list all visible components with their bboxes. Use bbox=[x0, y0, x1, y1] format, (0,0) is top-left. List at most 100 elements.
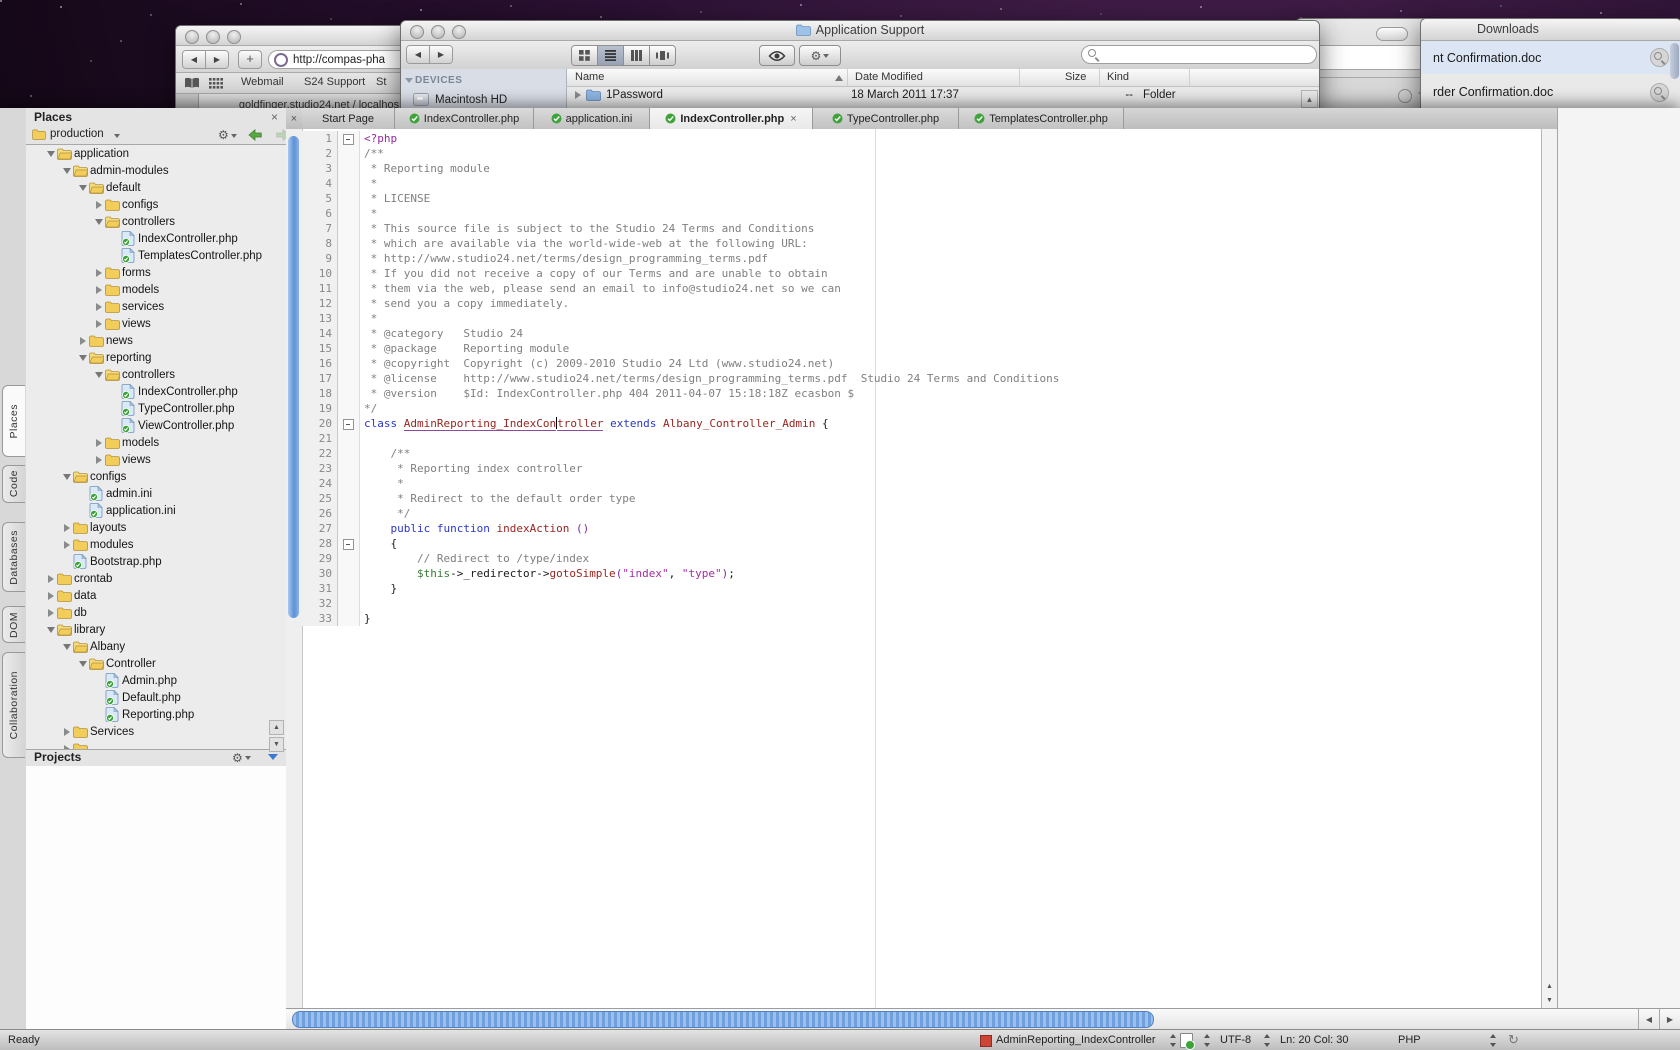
tree-item-services[interactable]: services bbox=[26, 298, 286, 315]
downloads-scrollbar[interactable] bbox=[1670, 43, 1679, 79]
tree-item-news[interactable]: news bbox=[26, 332, 286, 349]
code-line-13[interactable]: 13 * bbox=[302, 311, 1541, 326]
code-line-14[interactable]: 14 * @category Studio 24 bbox=[302, 326, 1541, 341]
status-encoding[interactable]: UTF-8 bbox=[1220, 1034, 1251, 1046]
tree-item-application.ini[interactable]: application.ini bbox=[26, 502, 286, 519]
column-header-kind[interactable]: Kind bbox=[1107, 71, 1129, 83]
finder-titlebar[interactable]: Application Support bbox=[401, 21, 1319, 41]
status-class-name[interactable]: AdminReporting_IndexController bbox=[996, 1034, 1156, 1046]
tree-item-models[interactable]: models bbox=[26, 434, 286, 451]
close-icon[interactable]: × bbox=[286, 108, 302, 129]
code-line-5[interactable]: 5 * LICENSE bbox=[302, 191, 1541, 206]
code-line-28[interactable]: 28 { bbox=[302, 536, 1541, 551]
collapse-icon[interactable] bbox=[44, 627, 57, 633]
side-tab-places[interactable]: Places bbox=[2, 385, 25, 457]
code-line-2[interactable]: 2/** bbox=[302, 146, 1541, 161]
back-icon[interactable]: ◀ bbox=[183, 51, 205, 68]
side-tab-dom[interactable]: DOM bbox=[2, 606, 25, 643]
downloads-window[interactable]: Downloads nt Confirmation.doc rder Confi… bbox=[1420, 18, 1680, 112]
editor-left-scrollbar[interactable] bbox=[286, 129, 303, 1008]
editor-tab-indexcontroller-php[interactable]: IndexController.php× bbox=[650, 108, 813, 129]
tree-item-IndexController.php[interactable]: IndexController.php bbox=[26, 383, 286, 400]
tree-item-controllers[interactable]: controllers bbox=[26, 366, 286, 383]
code-line-10[interactable]: 10 * If you did not receive a copy of ou… bbox=[302, 266, 1541, 281]
code-line-31[interactable]: 31 } bbox=[302, 581, 1541, 596]
editor-tab-typecontroller-php[interactable]: TypeController.php bbox=[813, 108, 959, 129]
collapse-icon[interactable] bbox=[76, 355, 89, 361]
forward-icon[interactable]: ▶ bbox=[429, 46, 452, 63]
fold-collapse-icon[interactable] bbox=[343, 134, 354, 145]
code-line-7[interactable]: 7 * This source file is subject to the S… bbox=[302, 221, 1541, 236]
collapse-icon[interactable] bbox=[60, 474, 73, 480]
coverflow-view-icon[interactable] bbox=[649, 46, 675, 65]
scroll-up-icon[interactable]: ▲ bbox=[1543, 980, 1556, 992]
stepper-icon[interactable] bbox=[1168, 1034, 1177, 1047]
places-gear-button[interactable]: ⚙ bbox=[218, 128, 237, 142]
expand-icon[interactable] bbox=[60, 541, 73, 549]
code-line-32[interactable]: 32 bbox=[302, 596, 1541, 611]
editor-tab-application-ini[interactable]: application.ini bbox=[534, 108, 650, 129]
tree-item-configs[interactable]: configs bbox=[26, 468, 286, 485]
expand-icon[interactable] bbox=[92, 439, 105, 447]
devices-disclosure-icon[interactable] bbox=[405, 78, 413, 83]
reveal-magnifier-icon[interactable] bbox=[1650, 48, 1669, 67]
finder-search-field[interactable] bbox=[1081, 45, 1317, 64]
code-line-1[interactable]: 1<?php bbox=[302, 131, 1541, 146]
projects-expand-icon[interactable] bbox=[268, 754, 278, 760]
code-line-27[interactable]: 27 public function indexAction () bbox=[302, 521, 1541, 536]
column-divider[interactable] bbox=[1189, 69, 1190, 86]
tree-item-ViewController.php[interactable]: ViewController.php bbox=[26, 417, 286, 434]
code-line-4[interactable]: 4 * bbox=[302, 176, 1541, 191]
tree-item-Bootstrap.php[interactable]: Bootstrap.php bbox=[26, 553, 286, 570]
expand-icon[interactable] bbox=[76, 337, 89, 345]
finder-window[interactable]: Application Support ◀▶ ⚙ bbox=[400, 20, 1320, 110]
code-line-6[interactable]: 6 * bbox=[302, 206, 1541, 221]
stepper-icon[interactable] bbox=[1488, 1034, 1497, 1047]
new-tab-button[interactable]: + bbox=[238, 50, 262, 69]
expand-icon[interactable] bbox=[92, 286, 105, 294]
tree-item-Albany[interactable]: Albany bbox=[26, 638, 286, 655]
projects-gear-button[interactable]: ⚙ bbox=[232, 749, 251, 767]
code-content[interactable]: 1<?php2/**3 * Reporting module4 *5 * LIC… bbox=[302, 131, 1541, 626]
tree-item-views[interactable]: views bbox=[26, 315, 286, 332]
finder-row-1password[interactable]: 1Password 18 March 2011 17:37 -- Folder bbox=[567, 86, 1319, 104]
back-arrow-icon[interactable] bbox=[248, 129, 262, 141]
column-header-name[interactable]: Name bbox=[575, 71, 604, 83]
code-line-3[interactable]: 3 * Reporting module bbox=[302, 161, 1541, 176]
column-view-icon[interactable] bbox=[623, 46, 649, 65]
tree-item-crontab[interactable]: crontab bbox=[26, 570, 286, 587]
horizontal-scrollbar[interactable]: ◀ ▶ bbox=[286, 1008, 1680, 1031]
code-line-30[interactable]: 30 $this->_redirector->gotoSimple("index… bbox=[302, 566, 1541, 581]
expand-icon[interactable] bbox=[92, 269, 105, 277]
collapse-icon[interactable] bbox=[60, 168, 73, 174]
back-icon[interactable]: ◀ bbox=[407, 46, 429, 63]
tree-item-forms[interactable]: forms bbox=[26, 264, 286, 281]
top-sites-grid-icon[interactable] bbox=[209, 78, 223, 89]
download-item[interactable]: rder Confirmation.doc bbox=[1421, 75, 1680, 108]
capsule-button[interactable] bbox=[1376, 27, 1408, 41]
code-line-18[interactable]: 18 * @version $Id: IndexController.php 4… bbox=[302, 386, 1541, 401]
tree-item-TemplatesController.php[interactable]: TemplatesController.php bbox=[26, 247, 286, 264]
tree-item-application[interactable]: application bbox=[26, 145, 286, 162]
scroll-down-icon[interactable]: ▼ bbox=[1543, 994, 1556, 1006]
minimize-button[interactable] bbox=[206, 30, 220, 44]
code-line-22[interactable]: 22 /** bbox=[302, 446, 1541, 461]
code-line-17[interactable]: 17 * @license http://www.studio24.net/te… bbox=[302, 371, 1541, 386]
icon-view-icon[interactable] bbox=[572, 46, 597, 65]
code-line-25[interactable]: 25 * Redirect to the default order type bbox=[302, 491, 1541, 506]
column-header-size[interactable]: Size bbox=[1065, 71, 1086, 83]
side-tab-collaboration[interactable]: Collaboration bbox=[2, 652, 25, 758]
finder-nav-buttons[interactable]: ◀▶ bbox=[406, 45, 453, 64]
action-gear-button[interactable]: ⚙ bbox=[799, 45, 841, 66]
code-line-29[interactable]: 29 // Redirect to /type/index bbox=[302, 551, 1541, 566]
tree-item-Services[interactable]: Services bbox=[26, 723, 286, 740]
code-line-20[interactable]: 20class AdminReporting_IndexController e… bbox=[302, 416, 1541, 431]
code-editor[interactable]: 1<?php2/**3 * Reporting module4 *5 * LIC… bbox=[286, 129, 1541, 1008]
tree-item-views[interactable]: views bbox=[26, 451, 286, 468]
list-view-icon[interactable] bbox=[597, 46, 623, 65]
code-line-26[interactable]: 26 */ bbox=[302, 506, 1541, 521]
bookmark-webmail[interactable]: Webmail bbox=[241, 76, 284, 88]
expand-icon[interactable] bbox=[44, 592, 57, 600]
zoom-button[interactable] bbox=[227, 30, 241, 44]
disclosure-icon[interactable] bbox=[571, 91, 584, 99]
